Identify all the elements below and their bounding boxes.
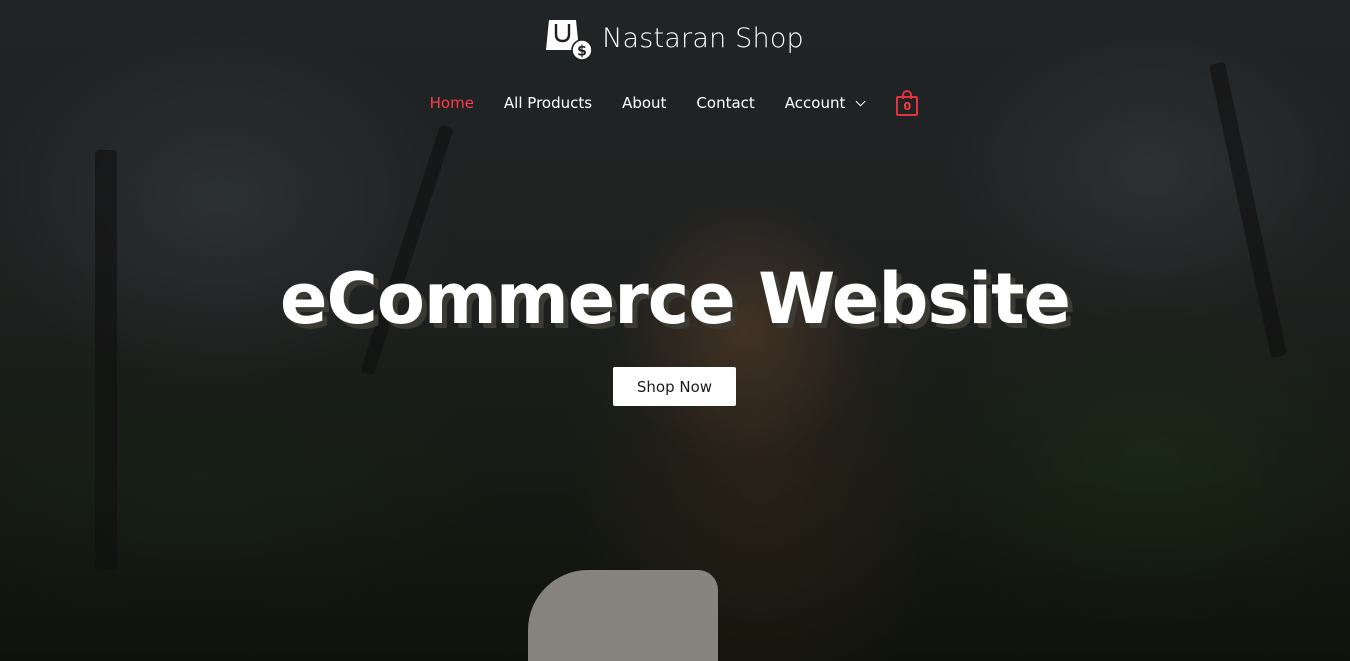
brand-name[interactable]: Nastaran Shop [602,23,804,54]
nav-item-account[interactable]: Account [784,94,866,112]
cart-icon-body: 0 [896,96,919,116]
cart-count-badge: 0 [903,99,912,113]
chevron-down-icon [855,96,866,106]
nav-item-about[interactable]: About [622,94,666,112]
nav-item-contact[interactable]: Contact [696,94,754,112]
nav-item-all-products[interactable]: All Products [504,94,592,112]
main-navigation: Home All Products About Contact Account … [0,90,1350,116]
nav-item-home[interactable]: Home [430,94,474,112]
shop-now-button[interactable]: Shop Now [613,367,736,406]
hero-title: eCommerce Website [279,258,1071,340]
cart-button[interactable]: 0 [896,90,920,116]
shopping-bag-dollar-icon[interactable]: $ [546,14,593,62]
nav-item-account-label: Account [784,94,846,112]
svg-text:$: $ [577,44,587,60]
hero-section: $ Nastaran Shop Home All Products About … [0,0,1350,661]
site-header: $ Nastaran Shop [0,14,1350,62]
